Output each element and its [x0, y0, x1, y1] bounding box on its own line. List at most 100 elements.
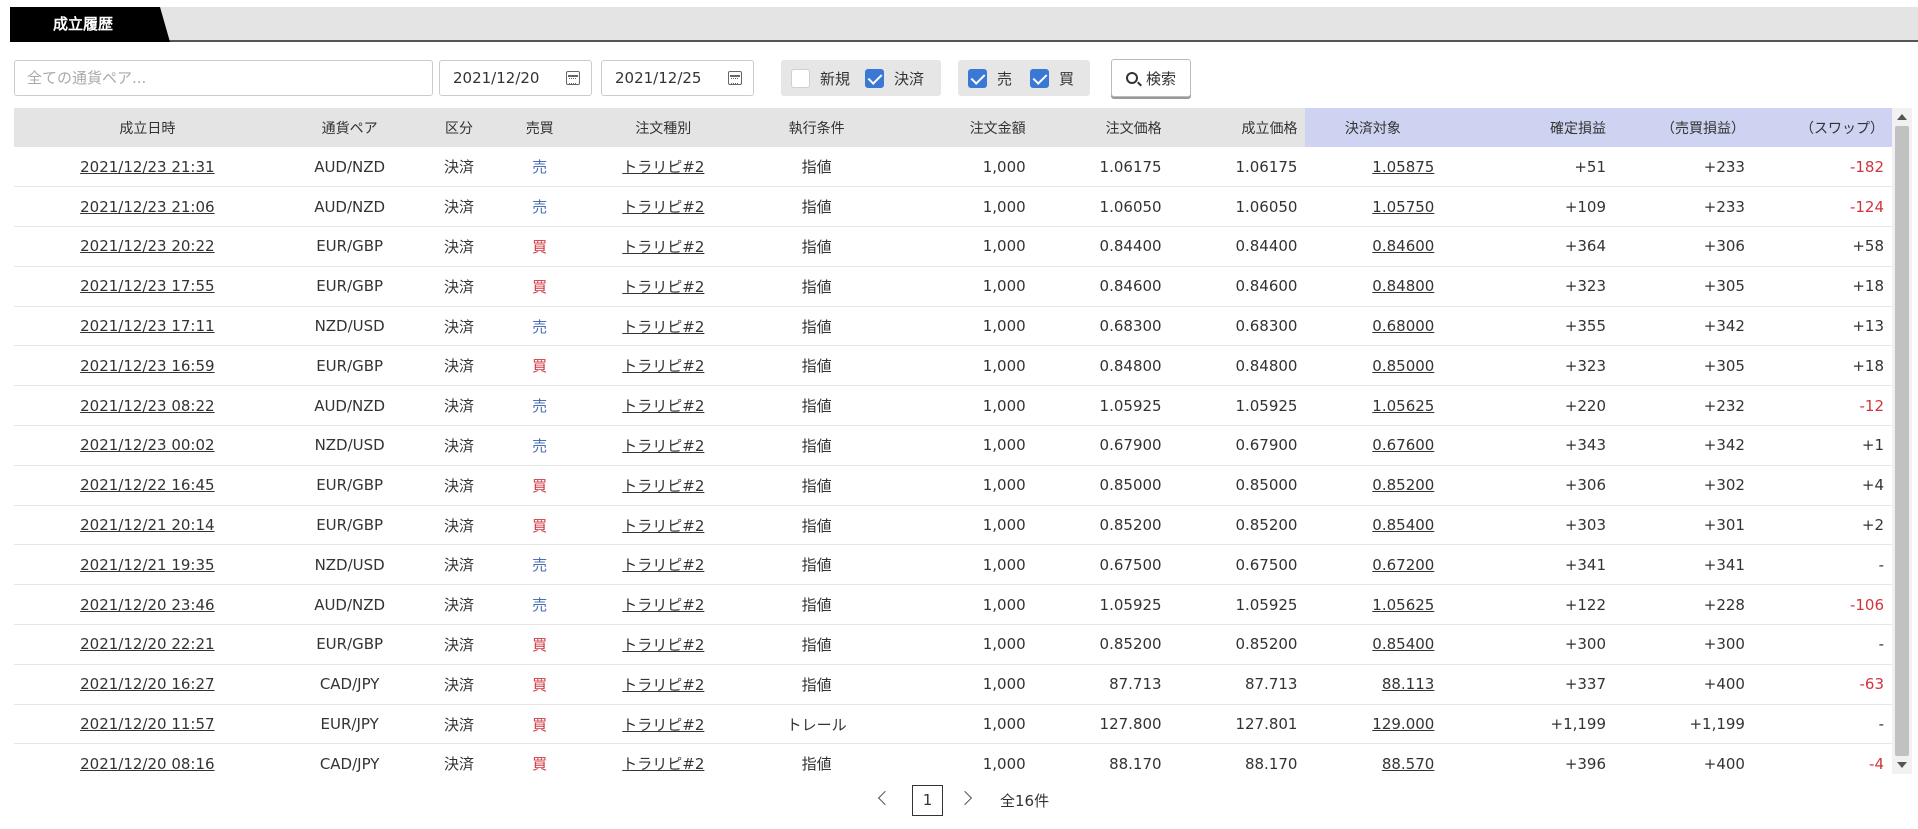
cell-side-value: 買: [532, 755, 548, 774]
checkbox-new[interactable]: 新規: [791, 68, 850, 88]
cell-realized-pl: +396: [1440, 743, 1615, 774]
cell-amount-value: 1,000: [982, 516, 1026, 535]
cell-settle-target-value[interactable]: 88.113: [1382, 675, 1435, 693]
cell-settle-target-value[interactable]: 0.84800: [1372, 277, 1434, 295]
cell-settle-target: 0.84800: [1305, 266, 1441, 307]
cell-realized-pl-value: +364: [1564, 237, 1607, 256]
checkbox-sell[interactable]: 売: [968, 68, 1012, 88]
cell-order-type-value[interactable]: トラリピ#2: [622, 238, 704, 256]
cell-settle-target-value[interactable]: 0.85400: [1372, 635, 1434, 653]
cell-side: 売: [499, 147, 581, 188]
page-number-current[interactable]: 1: [912, 785, 943, 816]
cell-settle-target-value[interactable]: 1.05625: [1372, 596, 1434, 614]
cell-amount-value: 1,000: [982, 317, 1026, 336]
checkbox-settle[interactable]: 決済: [865, 68, 924, 88]
prev-page-icon[interactable]: [877, 790, 893, 806]
cell-realized-pl: +306: [1440, 465, 1615, 506]
cell-datetime-value[interactable]: 2021/12/21 20:14: [80, 516, 214, 534]
cell-order-type-value[interactable]: トラリピ#2: [622, 716, 704, 734]
cell-order-type-value[interactable]: トラリピ#2: [622, 397, 704, 415]
cell-order-type-value[interactable]: トラリピ#2: [622, 278, 704, 296]
cell-swap-value: +58: [1852, 237, 1884, 256]
cell-exec-price-value: 0.67500: [1235, 555, 1298, 574]
checkbox-buy-label: 買: [1059, 69, 1075, 88]
cell-order-type-value[interactable]: トラリピ#2: [622, 198, 704, 216]
cell-settle-target-value[interactable]: 0.85400: [1372, 516, 1434, 534]
cell-order-type-value[interactable]: トラリピ#2: [622, 158, 704, 176]
total-count: 全16件: [1000, 792, 1050, 810]
next-page-icon[interactable]: [957, 790, 973, 806]
cell-datetime-value[interactable]: 2021/12/23 21:06: [80, 198, 214, 216]
cell-datetime-value[interactable]: 2021/12/23 17:11: [80, 317, 214, 335]
cell-order-type-value[interactable]: トラリピ#2: [622, 755, 704, 773]
cell-exec-price: 0.67900: [1169, 425, 1306, 466]
cell-settle-target-value[interactable]: 0.67600: [1372, 436, 1434, 454]
cell-datetime-value[interactable]: 2021/12/23 08:22: [80, 397, 214, 415]
cell-datetime: 2021/12/20 11:57: [14, 704, 281, 745]
cell-side: 売: [499, 306, 581, 347]
cell-settle-target-value[interactable]: 129.000: [1372, 715, 1434, 733]
cell-order-type: トラリピ#2: [580, 226, 747, 267]
cell-datetime-value[interactable]: 2021/12/20 16:27: [80, 675, 214, 693]
cell-settle-target-value[interactable]: 88.570: [1382, 755, 1435, 773]
cell-condition-value: 指値: [801, 397, 832, 416]
calendar-icon[interactable]: [566, 71, 580, 85]
cell-datetime-value[interactable]: 2021/12/20 23:46: [80, 596, 214, 614]
cell-settle-target-value[interactable]: 0.85200: [1372, 476, 1434, 494]
cell-condition-value: トレール: [786, 715, 847, 734]
currency-pair-input[interactable]: [14, 60, 433, 96]
scroll-up-icon[interactable]: [1897, 114, 1907, 120]
cell-datetime-value[interactable]: 2021/12/22 16:45: [80, 476, 214, 494]
cell-settle-target-value[interactable]: 1.05875: [1372, 158, 1434, 176]
cell-datetime-value[interactable]: 2021/12/23 17:55: [80, 277, 214, 295]
cell-settle-target-value[interactable]: 0.85000: [1372, 357, 1434, 375]
cell-order-type-value[interactable]: トラリピ#2: [622, 596, 704, 614]
cell-amount-value: 1,000: [982, 635, 1026, 654]
cell-order-type-value[interactable]: トラリピ#2: [622, 556, 704, 574]
cell-settle-target-value[interactable]: 1.05625: [1372, 397, 1434, 415]
cell-order-type-value[interactable]: トラリピ#2: [622, 477, 704, 495]
cell-datetime-value[interactable]: 2021/12/23 00:02: [80, 436, 214, 454]
checkbox-buy-box[interactable]: [1030, 68, 1049, 88]
cell-settle-target-value[interactable]: 0.84600: [1372, 237, 1434, 255]
checkbox-new-box[interactable]: [791, 68, 810, 88]
checkbox-buy[interactable]: 買: [1030, 68, 1074, 88]
cell-datetime-value[interactable]: 2021/12/23 21:31: [80, 158, 214, 176]
cell-datetime-value[interactable]: 2021/12/23 16:59: [80, 357, 214, 375]
search-button[interactable]: 検索: [1111, 59, 1191, 97]
tab-execution-history[interactable]: 成立履歴: [10, 7, 170, 42]
cell-trade-pl: +233: [1614, 186, 1753, 228]
cell-settle-target-value[interactable]: 1.05750: [1372, 198, 1434, 216]
cell-order-type-value[interactable]: トラリピ#2: [622, 357, 704, 375]
cell-condition-value: 指値: [801, 277, 832, 296]
date-to-field[interactable]: 2021/12/25: [601, 60, 754, 96]
cell-settle-target-value[interactable]: 0.68000: [1372, 317, 1434, 335]
cell-datetime-value[interactable]: 2021/12/23 20:22: [80, 237, 214, 255]
cell-order-type-value[interactable]: トラリピ#2: [622, 636, 704, 654]
cell-datetime: 2021/12/20 16:27: [14, 664, 281, 705]
checkbox-sell-box[interactable]: [968, 68, 987, 88]
cell-datetime-value[interactable]: 2021/12/21 19:35: [80, 556, 214, 574]
cell-realized-pl-value: +323: [1564, 356, 1607, 375]
table-scrollbar[interactable]: [1892, 108, 1912, 774]
cell-order-type-value[interactable]: トラリピ#2: [622, 517, 704, 535]
scrollbar-thumb[interactable]: [1895, 126, 1909, 756]
checkbox-settle-box[interactable]: [865, 68, 884, 88]
cell-datetime-value[interactable]: 2021/12/20 22:21: [80, 635, 214, 653]
calendar-icon[interactable]: [728, 71, 742, 85]
col-header-exec-price: 成立価格: [1169, 108, 1306, 147]
cell-order-type: トラリピ#2: [580, 186, 747, 228]
cell-settle-target-value[interactable]: 0.67200: [1372, 556, 1434, 574]
cell-order-type-value[interactable]: トラリピ#2: [622, 318, 704, 336]
cell-datetime: 2021/12/22 16:45: [14, 465, 281, 506]
cell-condition: トレール: [746, 704, 887, 745]
cell-amount-value: 1,000: [982, 396, 1026, 415]
cell-category: 決済: [418, 664, 500, 705]
cell-datetime-value[interactable]: 2021/12/20 11:57: [80, 715, 214, 733]
cell-order-type-value[interactable]: トラリピ#2: [622, 437, 704, 455]
cell-order-type-value[interactable]: トラリピ#2: [622, 676, 704, 694]
cell-order-price: 0.84600: [1033, 266, 1170, 307]
scroll-down-icon[interactable]: [1897, 762, 1907, 768]
cell-datetime-value[interactable]: 2021/12/20 08:16: [80, 755, 214, 773]
date-from-field[interactable]: 2021/12/20: [439, 60, 592, 96]
